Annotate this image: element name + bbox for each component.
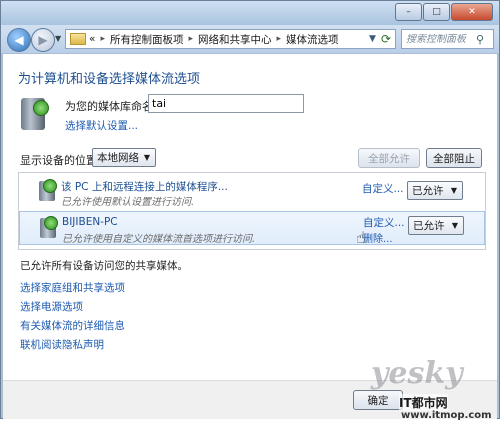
network-location-value: 本地网络 xyxy=(97,152,139,164)
play-icon xyxy=(44,216,58,230)
media-device-icon xyxy=(40,216,58,238)
close-icon: ✕ xyxy=(468,7,476,17)
media-streaming-info-link[interactable]: 有关媒体流的详细信息 xyxy=(20,318,125,333)
control-panel-icon xyxy=(70,33,86,45)
breadcrumb-separator-icon: ▸ xyxy=(188,34,193,44)
show-devices-label: 显示设备的位置: xyxy=(20,154,101,167)
navigation-bar: ◀ ▶ ▼ « ▸ 所有控制面板项 ▸ 网络和共享中心 ▸ 媒体流选项 ▼ ⟳ … xyxy=(1,25,499,53)
device-access-select[interactable]: 已允许 ▼ xyxy=(407,181,463,200)
status-note: 已允许所有设备访问您的共享媒体。 xyxy=(20,260,188,272)
customize-link[interactable]: 自定义... xyxy=(363,215,405,230)
allow-all-button[interactable]: 全部允许 xyxy=(358,148,420,168)
url-watermark: www.itmop.com xyxy=(401,410,492,421)
yesky-watermark: yesky xyxy=(371,356,463,391)
media-library-icon xyxy=(21,98,49,130)
chevron-down-icon: ▼ xyxy=(450,186,457,195)
network-location-select[interactable]: 本地网络 ▼ xyxy=(92,148,156,167)
forward-arrow-icon: ▶ xyxy=(38,33,48,47)
back-button[interactable]: ◀ xyxy=(7,28,31,52)
device-access-value: 已允许 xyxy=(412,185,444,197)
refresh-icon[interactable]: ⟳ xyxy=(381,32,391,46)
device-name: BIJIBEN-PC xyxy=(62,216,118,228)
chevron-down-icon: ▼ xyxy=(451,221,458,230)
remove-link[interactable]: 删除... xyxy=(363,230,393,245)
search-input[interactable] xyxy=(406,33,476,45)
address-controls: ▼ ⟳ xyxy=(369,32,395,46)
ok-button[interactable]: 确定 xyxy=(353,390,403,410)
library-name-input[interactable] xyxy=(148,94,304,113)
device-list: 该 PC 上和远程连接上的媒体程序... 已允许使用默认设置进行访问. 自定义.… xyxy=(18,172,486,250)
site-watermark: IT都市网 xyxy=(399,394,448,411)
minimize-icon: – xyxy=(406,7,411,17)
device-name: 该 PC 上和远程连接上的媒体程序... xyxy=(61,181,228,193)
choose-default-settings-link[interactable]: 选择默认设置... xyxy=(65,118,138,133)
device-row[interactable]: 该 PC 上和远程连接上的媒体程序... 已允许使用默认设置进行访问. 自定义.… xyxy=(19,175,485,209)
control-panel-window: – □ ✕ ◀ ▶ ▼ « ▸ 所有控制面板项 ▸ 网络和共享中心 ▸ 媒体流选… xyxy=(0,0,500,421)
library-name-label: 为您的媒体库命名: xyxy=(65,100,157,113)
homegroup-sharing-link[interactable]: 选择家庭组和共享选项 xyxy=(20,280,125,295)
breadcrumb-separator-icon: ▸ xyxy=(100,34,105,44)
play-icon xyxy=(43,179,57,193)
maximize-button[interactable]: □ xyxy=(423,3,450,21)
window-controls: – □ ✕ xyxy=(395,3,493,21)
close-button[interactable]: ✕ xyxy=(451,3,493,21)
breadcrumb-overflow[interactable]: « xyxy=(89,33,95,45)
breadcrumb-media-streaming[interactable]: 媒体流选项 xyxy=(286,32,339,47)
chevron-down-icon: ▼ xyxy=(55,34,62,43)
maximize-icon: □ xyxy=(432,7,441,17)
related-links: 选择家庭组和共享选项 选择电源选项 有关媒体流的详细信息 联机阅读隐私声明 xyxy=(20,280,125,352)
search-icon[interactable]: ⚲ xyxy=(476,33,484,46)
device-description: 已允许使用默认设置进行访问. xyxy=(61,197,195,208)
breadcrumb-network-center[interactable]: 网络和共享中心 xyxy=(198,32,272,47)
minimize-button[interactable]: – xyxy=(395,3,422,21)
recent-pages-dropdown[interactable]: ▼ xyxy=(55,34,61,43)
main-content: 为计算机和设备选择媒体流选项 为您的媒体库命名: 选择默认设置... 显示设备的… xyxy=(3,54,497,421)
breadcrumb-separator-icon: ▸ xyxy=(276,34,282,44)
breadcrumb-all-items[interactable]: 所有控制面板项 xyxy=(110,32,184,47)
search-box[interactable]: ⚲ xyxy=(401,29,494,49)
customize-link[interactable]: 自定义... xyxy=(362,181,404,196)
block-all-button[interactable]: 全部阻止 xyxy=(426,148,482,168)
media-device-icon xyxy=(39,179,57,201)
device-description: 已允许使用自定义的媒体流首选项进行访问. xyxy=(62,234,256,245)
title-bar[interactable]: – □ ✕ xyxy=(1,1,499,25)
device-row-selected[interactable]: BIJIBEN-PC 已允许使用自定义的媒体流首选项进行访问. 自定义... 删… xyxy=(19,211,485,247)
address-dropdown-icon[interactable]: ▼ xyxy=(369,34,376,44)
privacy-statement-link[interactable]: 联机阅读隐私声明 xyxy=(20,337,125,352)
hand-cursor-icon: ☝ xyxy=(356,228,366,247)
back-arrow-icon: ◀ xyxy=(14,33,24,47)
power-options-link[interactable]: 选择电源选项 xyxy=(20,299,125,314)
chevron-down-icon: ▼ xyxy=(143,153,150,162)
forward-button[interactable]: ▶ xyxy=(31,28,55,52)
address-bar[interactable]: « ▸ 所有控制面板项 ▸ 网络和共享中心 ▸ 媒体流选项 ▼ ⟳ xyxy=(65,29,396,49)
device-access-value: 已允许 xyxy=(413,220,445,232)
play-icon xyxy=(33,100,49,116)
device-access-select[interactable]: 已允许 ▼ xyxy=(408,216,464,235)
page-title: 为计算机和设备选择媒体流选项 xyxy=(18,72,201,87)
